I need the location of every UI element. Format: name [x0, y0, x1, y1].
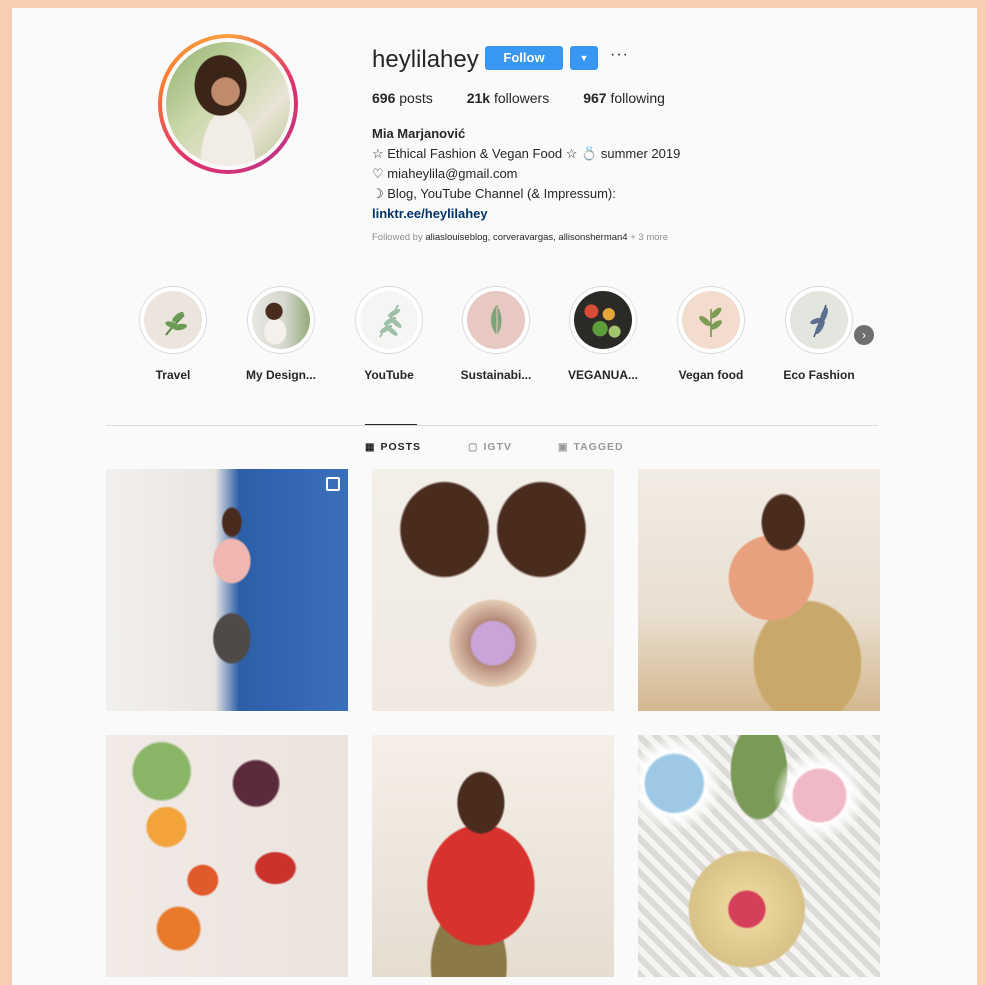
- highlight-label: YouTube: [364, 368, 414, 382]
- multiple-photos-icon: [326, 477, 340, 491]
- leaf-icon: [360, 291, 418, 349]
- posts-label: posts: [399, 90, 433, 106]
- following-label: following: [610, 90, 665, 106]
- post-thumbnail[interactable]: [106, 735, 348, 977]
- profile-stats: 696 posts 21k followers 967 following: [372, 90, 699, 106]
- follow-button[interactable]: Follow: [485, 46, 563, 70]
- bio-line-1: ☆ Ethical Fashion & Vegan Food ☆ 💍 summe…: [372, 146, 681, 161]
- profile-bio: Mia Marjanović ☆ Ethical Fashion & Vegan…: [372, 124, 680, 224]
- highlight-label: Eco Fashion: [783, 368, 855, 382]
- follow-dropdown-button[interactable]: ▼: [570, 46, 598, 70]
- following-count: 967: [583, 90, 607, 106]
- post-thumbnail[interactable]: [638, 469, 880, 711]
- posts-count: 696: [372, 90, 396, 106]
- highlight-eco-fashion[interactable]: Eco Fashion: [775, 286, 863, 382]
- highlight-travel[interactable]: Travel: [129, 286, 217, 382]
- tab-label: TAGGED: [573, 441, 624, 453]
- igtv-icon: ▢: [468, 441, 479, 453]
- tab-label: POSTS: [380, 441, 422, 453]
- post-thumbnail[interactable]: [372, 469, 614, 711]
- leaf-icon: [682, 291, 740, 349]
- followed-by-names: aliaslouiseblog, corveravargas, allisons…: [425, 232, 628, 243]
- tab-label: IGTV: [483, 441, 512, 453]
- posts-stat: 696 posts: [372, 90, 433, 106]
- highlight-sustainability[interactable]: Sustainabi...: [452, 286, 540, 382]
- highlight-photo: [574, 291, 632, 349]
- bio-line-2: ♡ miaheylila@gmail.com: [372, 166, 518, 181]
- leaf-icon: [790, 291, 848, 349]
- full-name: Mia Marjanović: [372, 126, 466, 141]
- tab-posts[interactable]: ▦ POSTS: [365, 441, 421, 453]
- highlight-label: Travel: [155, 368, 191, 382]
- chevron-down-icon: ▼: [579, 53, 589, 63]
- post-thumbnail[interactable]: [638, 735, 880, 977]
- followed-by[interactable]: Followed by aliaslouiseblog, corveravarg…: [372, 232, 668, 243]
- profile-avatar[interactable]: [158, 34, 298, 174]
- leaf-icon: [467, 291, 525, 349]
- highlight-label: My Design...: [245, 368, 316, 382]
- leaf-icon: [144, 291, 202, 349]
- active-tab-indicator: [365, 424, 417, 425]
- followed-by-more: + 3 more: [630, 232, 668, 243]
- chevron-right-icon[interactable]: ›: [854, 325, 874, 345]
- followed-by-prefix: Followed by: [372, 232, 423, 243]
- followers-count: 21k: [466, 90, 491, 106]
- followers-stat[interactable]: 21k followers: [467, 90, 550, 106]
- tab-tagged[interactable]: ▣ TAGGED: [558, 441, 624, 453]
- bio-line-3: ☽ Blog, YouTube Channel (& Impressum):: [372, 186, 616, 201]
- followers-label: followers: [493, 90, 550, 106]
- profile-page: heylilahey Follow ▼ ··· 696 posts 21k fo…: [12, 8, 977, 985]
- highlight-vegan-food[interactable]: Vegan food: [667, 286, 755, 382]
- highlight-my-design[interactable]: My Design...: [237, 286, 325, 382]
- avatar-photo: [166, 42, 290, 166]
- bio-link[interactable]: linktr.ee/heylilahey: [372, 204, 680, 224]
- following-stat[interactable]: 967 following: [583, 90, 665, 106]
- highlight-veganuary[interactable]: VEGANUA...: [559, 286, 647, 382]
- highlight-youtube[interactable]: YouTube: [345, 286, 433, 382]
- post-thumbnail[interactable]: [106, 469, 348, 711]
- tabs-divider: [106, 425, 878, 426]
- highlight-label: VEGANUA...: [567, 368, 638, 382]
- grid-icon: ▦: [365, 441, 376, 453]
- username: heylilahey: [372, 46, 479, 73]
- post-thumbnail[interactable]: [372, 735, 614, 977]
- tagged-icon: ▣: [558, 441, 569, 453]
- highlight-photo: [252, 291, 310, 349]
- highlight-label: Sustainabi...: [460, 368, 532, 382]
- ellipsis-icon[interactable]: ···: [610, 46, 629, 64]
- tab-igtv[interactable]: ▢ IGTV: [468, 441, 512, 453]
- highlight-label: Vegan food: [678, 368, 744, 382]
